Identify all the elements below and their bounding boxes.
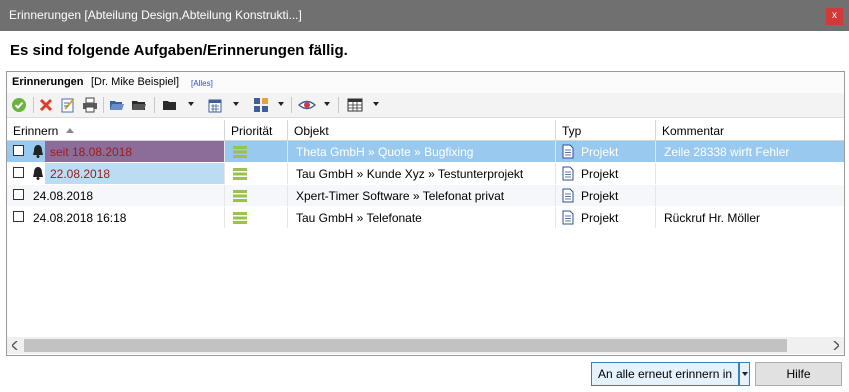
chevron-down-icon[interactable] — [233, 102, 239, 106]
check-icon[interactable] — [11, 97, 27, 113]
comment-cell — [656, 163, 844, 184]
document-icon — [562, 210, 574, 228]
toolbar-separator — [103, 97, 104, 113]
chevron-down-icon[interactable] — [373, 102, 379, 106]
priority-icon — [233, 212, 247, 227]
table-row[interactable]: 22.08.2018 Tau GmbH » Kunde Xyz » Testunt… — [7, 163, 844, 184]
type-label: Projekt — [581, 145, 619, 159]
close-button[interactable]: x — [826, 8, 843, 25]
column-label: Kommentar — [662, 124, 725, 138]
toolbar-separator — [291, 97, 292, 113]
panel-user: [Dr. Mike Beispiel] — [91, 76, 180, 88]
column-typ[interactable]: Typ — [556, 120, 656, 140]
bell-icon — [32, 144, 44, 161]
comment-cell: Zeile 28338 wirft Fehler — [664, 145, 790, 159]
scrollbar-thumb[interactable] — [24, 339, 787, 352]
toolbar-separator — [33, 97, 34, 113]
row-checkbox[interactable] — [13, 189, 24, 200]
chevron-down-icon[interactable] — [324, 102, 330, 106]
delete-icon[interactable] — [38, 97, 54, 113]
reminder-date: seit 18.08.2018 — [45, 141, 225, 162]
comment-cell — [656, 185, 844, 206]
edit-icon[interactable] — [60, 97, 76, 113]
chevron-down-icon[interactable] — [278, 102, 284, 106]
remind-again-button[interactable]: An alle erneut erinnern in — [591, 362, 739, 386]
table-row[interactable]: seit 18.08.2018 Theta GmbH » Quote » Bugf… — [7, 141, 844, 162]
priority-icon — [233, 190, 247, 205]
toolbar-separator — [338, 97, 339, 113]
view-grid-menu-icon[interactable] — [253, 97, 269, 113]
priority-cell — [225, 141, 288, 162]
type-label: Projekt — [581, 189, 619, 203]
column-kommentar[interactable]: Kommentar — [656, 120, 844, 140]
calendar-menu-icon[interactable] — [207, 97, 223, 113]
help-label: Hilfe — [786, 367, 811, 381]
column-erinnern[interactable]: Erinnern — [7, 120, 225, 140]
filter-link[interactable]: [Alles] — [191, 79, 213, 88]
reminder-date: 24.08.2018 — [27, 185, 225, 206]
row-checkbox[interactable] — [13, 167, 24, 178]
help-button[interactable]: Hilfe — [755, 362, 842, 386]
type-label: Projekt — [581, 167, 619, 181]
priority-cell — [225, 207, 288, 228]
row-checkbox[interactable] — [13, 145, 24, 156]
column-label: Typ — [562, 124, 582, 138]
table-menu-icon[interactable] — [347, 97, 363, 113]
object-cell: Theta GmbH » Quote » Bugfixing — [288, 141, 556, 162]
folder-icon[interactable] — [131, 97, 147, 113]
priority-icon — [233, 146, 247, 161]
object-cell: Xpert-Timer Software » Telefonat privat — [288, 185, 556, 206]
window-title: Erinnerungen [Abteilung Design,Abteilung… — [9, 8, 302, 22]
scroll-right-icon[interactable] — [833, 341, 839, 350]
print-icon[interactable] — [82, 97, 98, 113]
type-cell: Projekt — [556, 141, 656, 162]
toolbar — [7, 93, 844, 118]
remind-again-label: An alle erneut erinnern in — [597, 367, 733, 381]
chevron-down-icon[interactable] — [188, 102, 194, 106]
type-cell: Projekt — [556, 207, 656, 228]
column-label: Erinnern — [13, 124, 59, 138]
chevron-down-icon — [742, 372, 748, 376]
eye-menu-icon[interactable] — [298, 97, 316, 113]
reminders-panel: Erinnerungen [Dr. Mike Beispiel] [Alles] — [6, 71, 845, 356]
panel-header: Erinnerungen [Dr. Mike Beispiel] [Alles] — [7, 72, 844, 93]
column-objekt[interactable]: Objekt — [288, 120, 556, 140]
table-row[interactable]: 24.08.2018 Xpert-Timer Software » Telefon… — [7, 185, 844, 206]
toolbar-separator — [154, 97, 155, 113]
title-bar: Erinnerungen [Abteilung Design,Abteilung… — [0, 0, 849, 31]
type-cell: Projekt — [556, 185, 656, 206]
object-cell: Tau GmbH » Telefonate — [288, 207, 556, 228]
sort-ascending-icon — [66, 128, 75, 133]
priority-icon — [233, 168, 247, 183]
table-row[interactable]: 24.08.2018 16:18 Tau GmbH » Telefonate Pro… — [7, 207, 844, 228]
priority-cell — [225, 185, 288, 206]
folder-open-icon[interactable] — [109, 97, 125, 113]
comment-cell: Rückruf Hr. Möller — [664, 211, 761, 225]
reminder-date: 22.08.2018 — [45, 163, 225, 184]
grid-header: Erinnern Priorität Objekt Typ Kommentar — [7, 120, 844, 141]
document-icon — [562, 188, 574, 206]
row-checkbox[interactable] — [13, 211, 24, 222]
document-icon — [562, 144, 574, 162]
document-icon — [562, 166, 574, 184]
column-prioritaet[interactable]: Priorität — [225, 120, 288, 140]
page-heading: Es sind folgende Aufgaben/Erinnerungen f… — [10, 42, 348, 59]
folder-menu-icon[interactable] — [162, 97, 178, 113]
remind-dropdown-button[interactable] — [739, 362, 750, 386]
priority-cell — [225, 163, 288, 184]
type-label: Projekt — [581, 211, 619, 225]
horizontal-scrollbar[interactable] — [7, 337, 844, 354]
scroll-left-icon[interactable] — [12, 341, 18, 350]
reminder-date: 24.08.2018 16:18 — [27, 207, 225, 228]
type-cell: Projekt — [556, 163, 656, 184]
column-label: Priorität — [231, 124, 273, 138]
bell-icon — [32, 166, 44, 183]
panel-title: Erinnerungen — [12, 76, 84, 88]
column-label: Objekt — [294, 124, 329, 138]
object-cell: Tau GmbH » Kunde Xyz » Testunterprojekt — [288, 163, 556, 184]
